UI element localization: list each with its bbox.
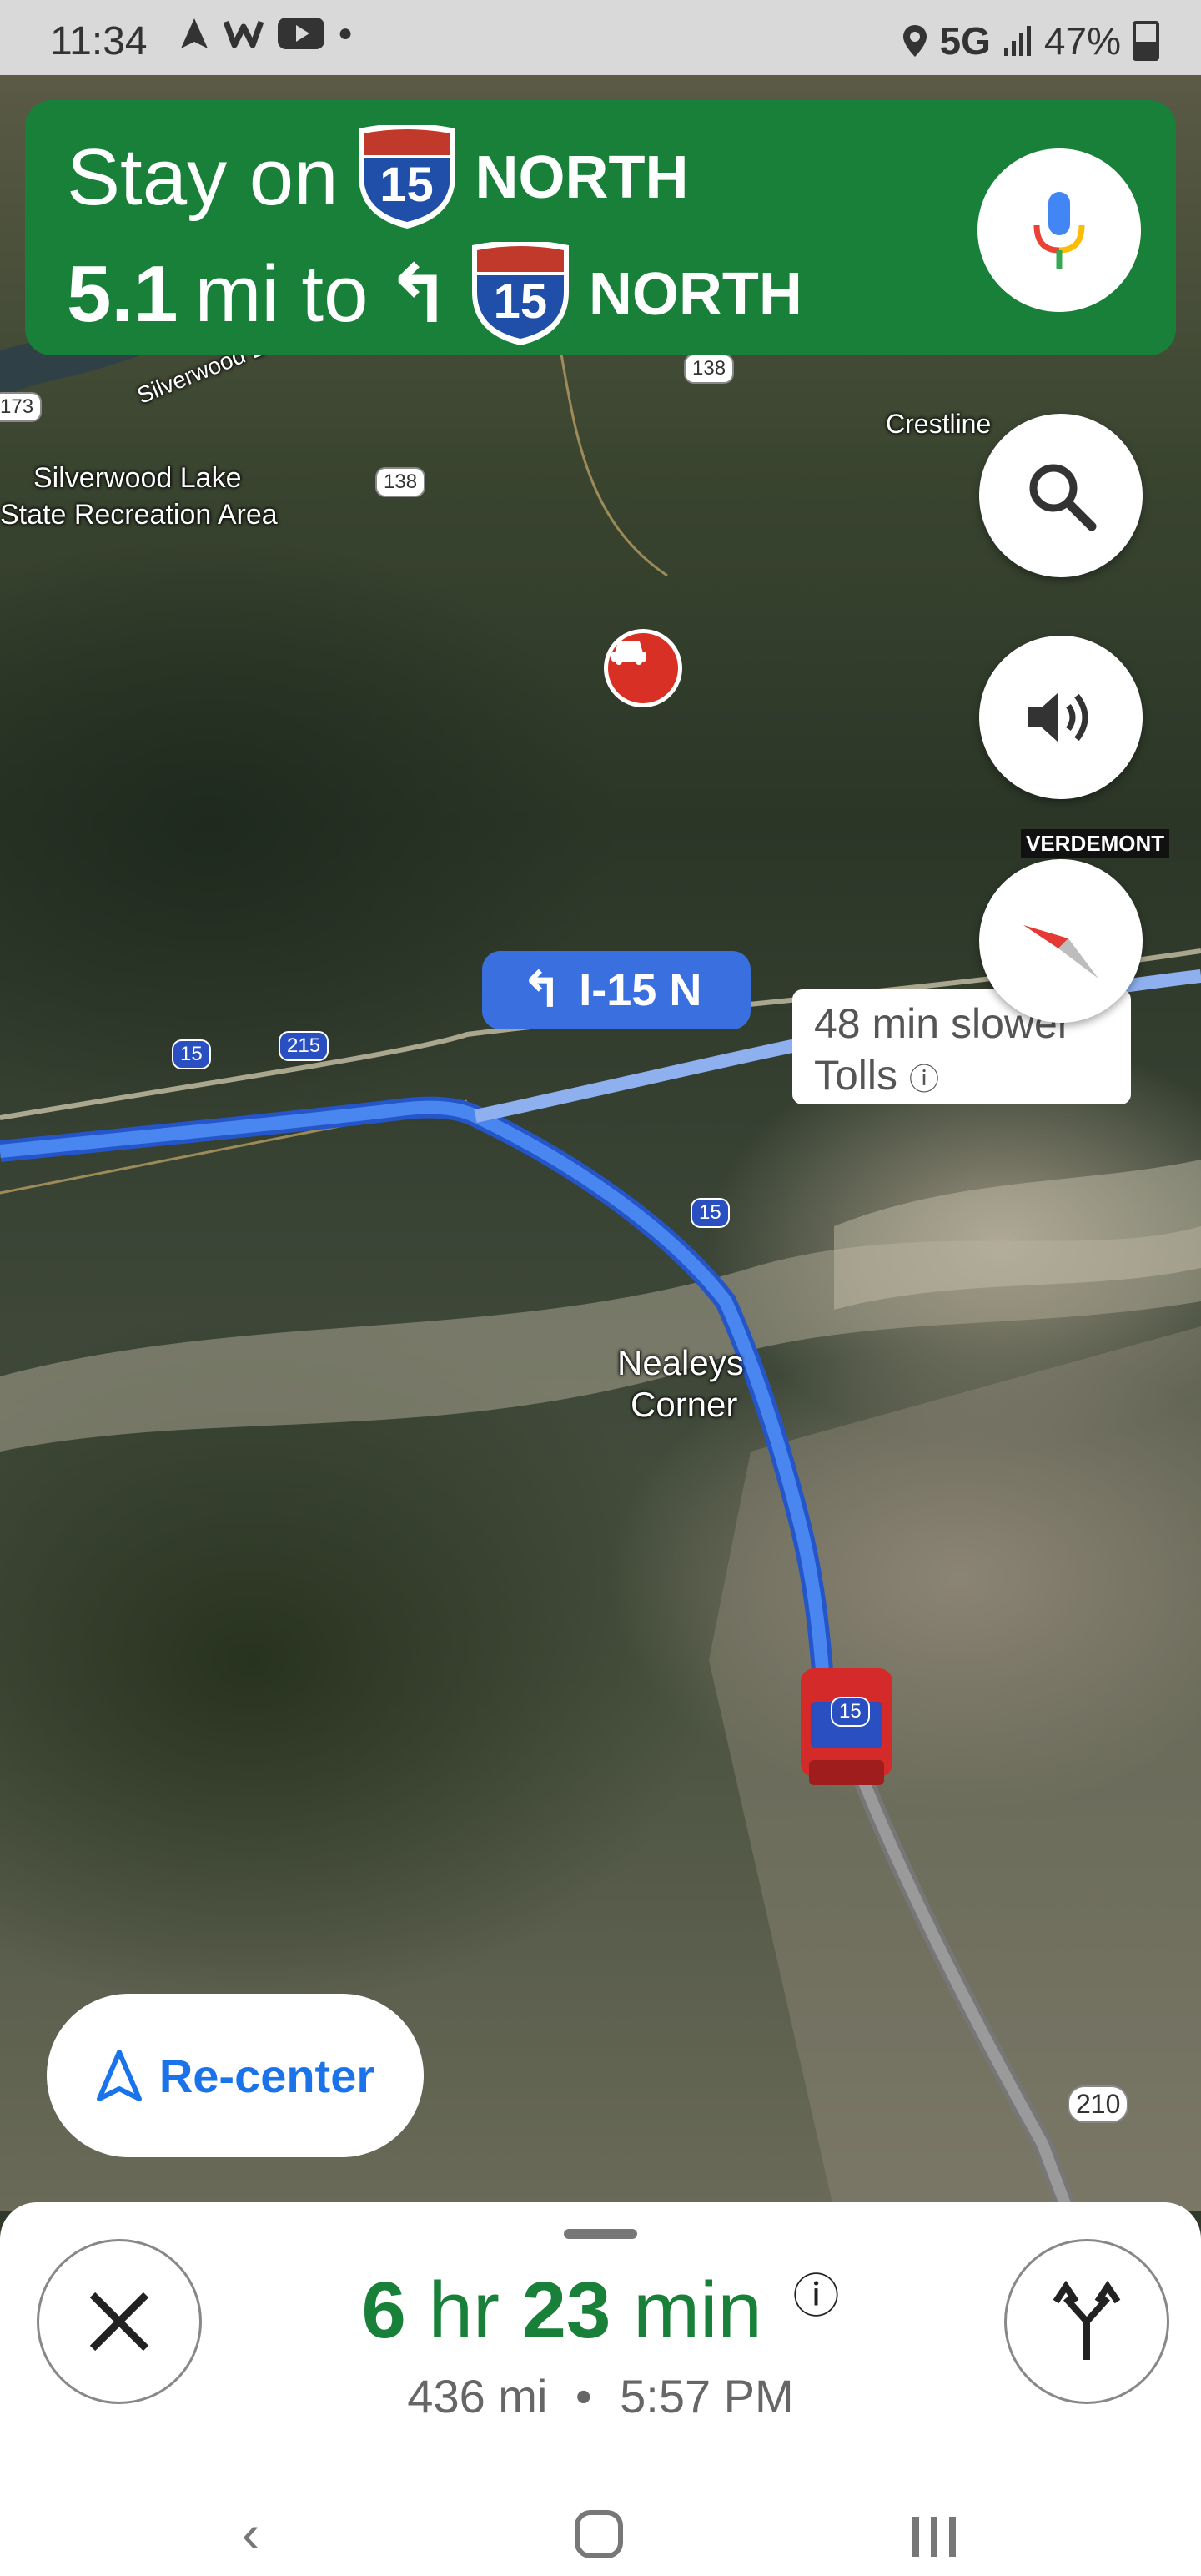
recenter-label: Re-center [158, 2049, 375, 2102]
trip-meta: 436 mi • 5:57 PM [0, 2369, 1201, 2423]
eta-hours-unit: hr [428, 2266, 500, 2355]
instruction-prefix: Stay on [67, 133, 339, 222]
recents-icon[interactable] [909, 2511, 959, 2573]
compass-icon [1023, 925, 1098, 979]
w-app-icon [223, 20, 264, 48]
navigation-arrow-icon [96, 2050, 142, 2101]
navigation-banner[interactable]: Stay on 15 NORTH 5.1 mi to ↰ 15 NORTH [25, 100, 1176, 355]
current-route-chip[interactable]: ↰ I-15 N [482, 951, 751, 1029]
system-navigation-bar: ‹ [0, 2486, 1201, 2576]
silverwood-park-label-2: State Recreation Area [0, 499, 278, 531]
home-icon[interactable] [572, 2508, 626, 2573]
battery-label: 47% [1043, 19, 1121, 63]
silverwood-park-label-1: Silverwood Lake [33, 462, 242, 494]
i215-shield: 215 [279, 1031, 329, 1061]
alt-route-tolls: Tolls [814, 1052, 898, 1099]
route-173-shield: 173 [0, 392, 43, 422]
route-138-shield-a: 138 [684, 354, 735, 384]
nealeys-corner-label-2: Corner [631, 1385, 738, 1424]
alt-route-tolls-row: Tolls ⓘ [814, 1049, 1109, 1105]
location-pin-icon [902, 25, 927, 57]
turn-left-arrow-icon: ↰ [384, 250, 452, 340]
eta-minutes-unit: min [633, 2266, 762, 2355]
map-view[interactable]: Silverwood L Silverwood Lake State Recre… [0, 75, 1201, 2211]
distance-unit: mi to [194, 249, 369, 339]
recenter-button[interactable]: Re-center [47, 1994, 424, 2157]
search-icon [1029, 464, 1097, 531]
crestline-label: Crestline [886, 409, 992, 439]
info-icon: ⓘ [908, 1062, 939, 1096]
trip-distance: 436 mi [407, 2370, 548, 2423]
status-bar: 11:34 ● 5G 47% [0, 0, 1201, 75]
dot-icon: ● [338, 19, 354, 47]
route-chip-label: I-15 N [579, 965, 702, 1015]
alternate-routes-button[interactable] [1004, 2239, 1169, 2404]
instruction-line-1: Stay on 15 NORTH [67, 123, 689, 230]
car-incident-icon [611, 641, 646, 665]
map-terrain [0, 199, 1201, 2211]
search-button[interactable] [979, 414, 1143, 577]
back-icon[interactable]: ‹ [242, 2503, 259, 2564]
signal-icon [1003, 26, 1031, 56]
instruction-direction-1: NORTH [475, 144, 689, 211]
arrival-time: 5:57 PM [620, 2370, 794, 2423]
interstate-shield-icon: 15 [469, 240, 572, 347]
eta-minutes: 23 [521, 2266, 611, 2355]
trip-summary-sheet[interactable]: 6 hr 23 min ⓘ 436 mi • 5:57 PM ‹ [0, 2202, 1201, 2576]
battery-icon [1133, 21, 1159, 61]
network-label: 5G [939, 19, 991, 63]
distance-value: 5.1 [67, 249, 178, 339]
route-210-shield: 210 [1068, 2085, 1129, 2123]
interstate-shield-number-1: 15 [379, 158, 434, 212]
navigation-arrow-icon [181, 18, 208, 48]
trip-separator: • [575, 2370, 592, 2423]
route-138-shield-b: 138 [375, 467, 426, 497]
traffic-incident-marker[interactable] [604, 629, 682, 707]
interstate-shield-number-2: 15 [493, 274, 548, 329]
voice-search-button[interactable] [977, 148, 1141, 312]
interstate-shield-icon: 15 [355, 123, 459, 230]
i15-shield-b: 15 [691, 1198, 730, 1228]
volume-icon [1028, 692, 1088, 742]
verdemont-label: VERDEMONT [1021, 829, 1170, 858]
alternate-routes-icon [1053, 2280, 1121, 2360]
volume-button[interactable] [979, 636, 1143, 799]
drag-handle[interactable] [564, 2229, 637, 2239]
eta-hours: 6 [361, 2266, 406, 2355]
status-right-icons: 5G 47% [902, 18, 1159, 63]
status-time: 11:34 [50, 19, 148, 63]
compass-button[interactable] [979, 859, 1143, 1023]
turn-left-icon: ↰ [520, 962, 563, 1018]
i15-shield-c: 15 [831, 1697, 870, 1727]
nealeys-corner-label-1: Nealeys [617, 1343, 744, 1382]
instruction-direction-2: NORTH [588, 261, 802, 328]
instruction-line-2: 5.1 mi to ↰ 15 NORTH [67, 240, 802, 347]
vehicle-marker [801, 1668, 892, 1785]
status-left-icons: ● [179, 17, 353, 50]
toll-info-icon[interactable]: ⓘ [792, 2270, 839, 2322]
mic-icon [1033, 192, 1085, 269]
i15-shield-a: 15 [172, 1039, 211, 1069]
youtube-icon [278, 18, 324, 49]
